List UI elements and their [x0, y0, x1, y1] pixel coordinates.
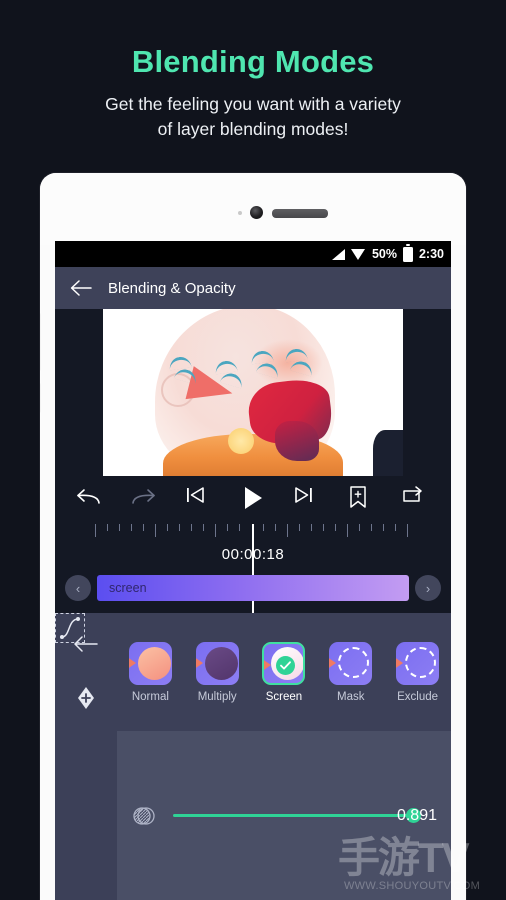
blend-mode-thumb-selected [262, 641, 306, 685]
play-button[interactable] [237, 484, 269, 516]
keyframe-add-icon[interactable] [73, 685, 99, 711]
back-arrow-icon[interactable] [68, 275, 94, 301]
bird-icon [168, 355, 199, 385]
wifi-icon [350, 248, 366, 260]
blend-mode-label: Screen [265, 690, 303, 703]
dashed-circle-icon [405, 646, 437, 678]
clip-row: ‹ screen › [55, 573, 451, 603]
blend-mode-thumb [128, 641, 172, 685]
promo-header: Blending Modes Get the feeling you want … [0, 0, 506, 170]
preview-area [55, 309, 451, 476]
status-bar: 50% 2:30 [55, 241, 451, 267]
blend-mode-multiply[interactable]: Multiply [191, 641, 243, 703]
blend-mode-label: Normal [131, 690, 169, 703]
previous-clip-button[interactable]: ‹ [65, 575, 91, 601]
triangle-shape-icon [195, 651, 203, 674]
phone-bezel [40, 173, 466, 245]
battery-icon [402, 244, 413, 262]
preview-sun [228, 428, 254, 454]
triangle-shape-icon [396, 651, 404, 674]
bird-icon [214, 359, 245, 389]
sensor-icon [238, 211, 242, 215]
battery-percent-label: 50% [371, 247, 397, 261]
rail-back-glyph [74, 636, 98, 652]
dashed-circle-icon [338, 646, 370, 678]
app-bar: Blending & Opacity [55, 267, 451, 309]
timeline-clip[interactable]: screen [97, 575, 409, 601]
skip-end-glyph [295, 487, 313, 503]
blend-mode-list: Normal Multiply Screen Mask Exclude [117, 613, 451, 731]
opacity-slider[interactable]: 0.891 [173, 803, 451, 829]
blend-mode-normal[interactable]: Normal [124, 641, 176, 703]
video-preview[interactable] [103, 309, 403, 476]
volume-up-button[interactable] [40, 313, 41, 371]
blend-mode-label: Mask [337, 690, 365, 703]
back-arrow-glyph [70, 280, 92, 296]
bookmark-glyph [349, 486, 366, 508]
skip-start-glyph [186, 487, 204, 503]
undo-glyph [77, 489, 100, 504]
play-icon [244, 487, 262, 509]
promo-subtitle-line1: Get the feeling you want with a variety [105, 94, 401, 114]
clip-label: screen [109, 581, 147, 595]
blend-mode-thumb [396, 641, 440, 685]
opacity-control-row: 0.891 [117, 731, 451, 900]
check-glyph [280, 660, 292, 669]
opacity-icon[interactable] [131, 803, 157, 829]
earpiece-speaker [272, 209, 328, 218]
loop-glyph [403, 486, 422, 502]
transport-controls [55, 476, 451, 524]
triangle-shape-icon [264, 653, 272, 676]
redo-glyph [132, 489, 156, 504]
phone-screen: 50% 2:30 Blending & Opacity ‹ screen › N… [55, 241, 451, 900]
blend-mode-thumb [195, 641, 239, 685]
phone-mockup: 50% 2:30 Blending & Opacity ‹ screen › N… [40, 173, 466, 900]
blend-mode-mask[interactable]: Mask [325, 641, 377, 703]
bird-icon [250, 349, 281, 379]
skip-to-start-icon[interactable] [183, 484, 215, 516]
front-camera-icon [250, 206, 263, 219]
undo-icon[interactable] [74, 484, 106, 516]
panel-rail [55, 613, 117, 900]
blend-mode-exclude[interactable]: Exclude [392, 641, 444, 703]
back-arrow-icon[interactable] [73, 635, 99, 661]
signal-icon [331, 248, 345, 260]
blend-mode-label: Exclude [397, 690, 439, 703]
triangle-shape-icon [329, 651, 337, 674]
opacity-glyph [133, 806, 155, 825]
blend-mode-thumb [329, 641, 373, 685]
opacity-value-label: 0.891 [396, 806, 437, 824]
app-bar-title: Blending & Opacity [108, 279, 236, 297]
bird-icon [284, 347, 315, 377]
redo-icon[interactable] [128, 484, 160, 516]
promo-subtitle-line2: of layer blending modes! [157, 119, 349, 139]
blending-panel: Normal Multiply Screen Mask Exclude 0.89… [55, 613, 451, 900]
keyframe-glyph [78, 687, 94, 709]
clock-label: 2:30 [418, 247, 444, 261]
skip-to-end-icon[interactable] [291, 484, 323, 516]
check-icon [276, 655, 296, 675]
next-clip-button[interactable]: › [415, 575, 441, 601]
blend-mode-label: Multiply [197, 690, 237, 703]
preview-red-shape-secondary [275, 421, 319, 461]
volume-down-button[interactable] [40, 383, 41, 413]
blend-mode-screen[interactable]: Screen [258, 641, 310, 703]
bookmark-add-icon[interactable] [346, 484, 378, 516]
preview-dark-corner [373, 430, 403, 476]
triangle-shape-icon [128, 651, 136, 674]
circle-shape-icon [204, 646, 238, 680]
loop-icon[interactable] [400, 484, 432, 516]
page-title: Blending Modes [131, 44, 375, 79]
promo-subtitle: Get the feeling you want with a variety … [0, 92, 506, 142]
circle-shape-icon [137, 646, 171, 680]
slider-track [173, 814, 413, 817]
